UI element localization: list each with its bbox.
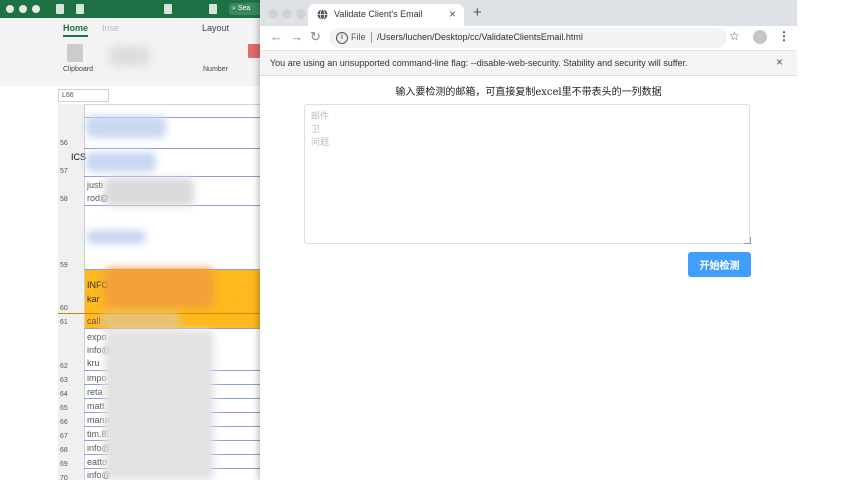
new-tab-button[interactable]: + <box>473 4 482 21</box>
blurred-cell <box>86 152 156 172</box>
blurred-ribbon-group <box>110 46 150 66</box>
resize-handle-icon[interactable] <box>744 237 751 244</box>
row-number[interactable]: 59 <box>60 262 68 269</box>
scheme-label: File <box>351 32 366 42</box>
number-label: Number <box>203 66 228 73</box>
close-tab-icon[interactable]: × <box>449 7 456 21</box>
start-check-button[interactable]: 开始检测 <box>688 252 751 277</box>
cell-text: matt <box>87 401 105 411</box>
row-number[interactable]: 70 <box>60 475 68 480</box>
row-number[interactable]: 65 <box>60 405 68 412</box>
row-number[interactable]: 60 <box>60 305 68 312</box>
browser-toolbar: ← → ↻ i File /Users/luchen/Desktop/cc/Va… <box>260 26 797 51</box>
row-number[interactable]: 64 <box>60 391 68 398</box>
excel-titlebar: ⌕ Sea <box>0 0 262 18</box>
row-number[interactable]: 56 <box>60 140 68 147</box>
excel-search-text: Sea <box>237 5 251 12</box>
cell-text: call <box>87 316 101 326</box>
row-number[interactable]: 62 <box>60 363 68 370</box>
desktop-background <box>797 0 854 480</box>
reload-icon[interactable]: ↻ <box>310 29 321 45</box>
page-content: 输入要检测的邮箱，可直接复制excel里不带表头的一列数据 邮件 卫 问题 开始… <box>260 76 797 480</box>
warning-infobar: You are using an unsupported command-lin… <box>260 51 797 76</box>
grid-line <box>84 328 262 329</box>
minimize-window-icon[interactable] <box>19 5 27 13</box>
info-icon[interactable]: i <box>336 32 348 44</box>
back-icon[interactable]: ← <box>270 29 283 44</box>
conditional-format-icon[interactable] <box>248 44 260 58</box>
row-number[interactable]: 57 <box>60 168 68 175</box>
bookmark-star-icon[interactable]: ☆ <box>729 29 740 43</box>
excel-left-margin <box>0 104 58 480</box>
grid-line <box>84 176 262 177</box>
grid-line <box>84 148 262 149</box>
maximize-window-icon[interactable] <box>296 9 306 19</box>
browser-tab[interactable]: Validate Client's Email × <box>308 4 464 26</box>
blurred-cell <box>104 268 214 308</box>
browser-window: Validate Client's Email × + ← → ↻ i File… <box>260 0 797 480</box>
menu-icon[interactable]: ⋮ <box>778 29 790 43</box>
name-box[interactable]: L66 <box>58 89 109 102</box>
clipboard-icon[interactable] <box>67 44 83 62</box>
row-number[interactable]: 68 <box>60 447 68 454</box>
blurred-cell <box>104 178 194 206</box>
home-icon[interactable] <box>56 4 64 14</box>
close-infobar-icon[interactable]: × <box>776 55 783 69</box>
maximize-window-icon[interactable] <box>32 5 40 13</box>
row-number[interactable]: 66 <box>60 419 68 426</box>
excel-search-box[interactable]: ⌕ Sea <box>229 3 262 15</box>
clipboard-label: Clipboard <box>63 66 93 73</box>
undo-icon[interactable] <box>164 4 172 14</box>
blurred-cell <box>104 330 214 480</box>
cell-text: ICS <box>71 152 87 162</box>
tab-title: Validate Client's Email <box>334 9 423 19</box>
blurred-cell <box>100 312 180 328</box>
row-number[interactable]: 67 <box>60 433 68 440</box>
row-number[interactable]: 63 <box>60 377 68 384</box>
cell-text: justi <box>87 180 104 190</box>
infobar-message: You are using an unsupported command-lin… <box>270 58 688 68</box>
forward-icon[interactable]: → <box>290 29 303 44</box>
globe-icon <box>317 9 328 20</box>
email-input[interactable]: 邮件 卫 问题 <box>304 104 750 244</box>
excel-window: ⌕ Sea Home Inse Layout Clipboard Number … <box>0 0 262 480</box>
row-number[interactable]: 69 <box>60 461 68 468</box>
excel-ribbon: Clipboard Number <box>0 38 262 87</box>
instruction-text: 输入要检测的邮箱，可直接复制excel里不带表头的一列数据 <box>395 87 662 98</box>
url-text[interactable]: /Users/luchen/Desktop/cc/ValidateClients… <box>377 32 583 42</box>
address-bar[interactable]: i File /Users/luchen/Desktop/cc/Validate… <box>329 28 727 48</box>
close-window-icon[interactable] <box>268 9 278 19</box>
tab-page-layout[interactable]: Layout <box>202 23 229 33</box>
row-number[interactable]: 61 <box>60 319 68 326</box>
tab-home[interactable]: Home <box>63 23 89 37</box>
cell-text: kar <box>87 294 100 304</box>
profile-avatar-icon[interactable] <box>753 30 767 44</box>
address-separator <box>371 32 372 43</box>
excel-ribbon-tabs: Home Inse Layout <box>0 18 262 38</box>
tab-insert[interactable]: Inse <box>102 23 119 33</box>
blurred-cell <box>86 116 166 138</box>
blurred-cell <box>86 230 146 244</box>
document-icon[interactable] <box>209 4 217 14</box>
formula-bar: L66 <box>0 86 262 105</box>
cell-text: reta <box>87 387 103 397</box>
tab-strip: Validate Client's Email × + <box>260 0 797 26</box>
cell-text: kru <box>87 358 100 368</box>
close-window-icon[interactable] <box>6 5 14 13</box>
row-number[interactable]: 58 <box>60 196 68 203</box>
minimize-window-icon[interactable] <box>282 9 292 19</box>
save-icon[interactable] <box>76 4 84 14</box>
